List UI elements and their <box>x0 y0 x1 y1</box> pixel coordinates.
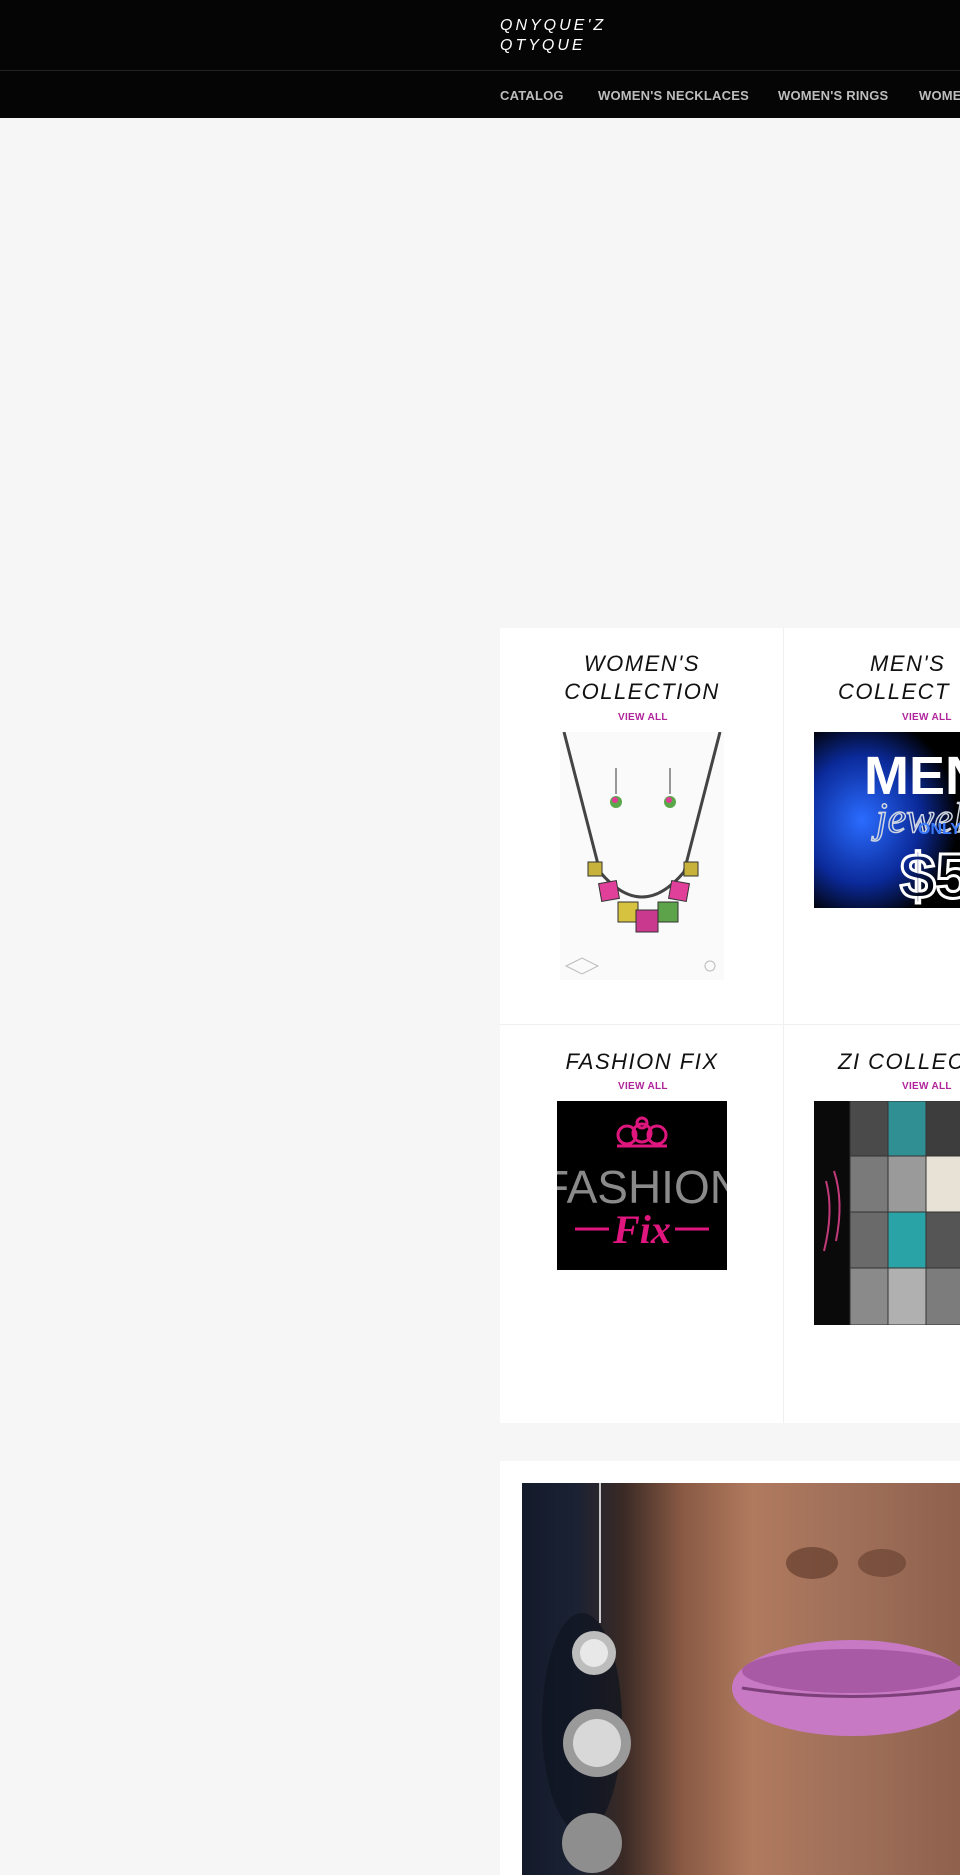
fashion-fix-logo: FASHION Fix <box>557 1101 727 1270</box>
mens-collection-title[interactable]: MEN'S COLLECT <box>838 650 960 706</box>
brand-line-1: QNYQUE'Z <box>500 17 607 34</box>
featured-photo-panel <box>500 1461 960 1875</box>
model-closeup-image <box>542 1483 960 1873</box>
nav-womens-rings[interactable]: WOMEN'S RINGS <box>778 88 888 103</box>
fashion-fix-word: FASHION <box>557 1161 727 1213</box>
fashion-fix-script: Fix <box>612 1207 671 1252</box>
zi-collection-title[interactable]: ZI COLLEC <box>838 1048 960 1076</box>
main-nav: CATALOG WOMEN'S NECKLACES WOMEN'S RINGS … <box>0 70 960 118</box>
mens-collection-image[interactable]: MENT jewel ONLY $5 <box>814 732 960 908</box>
site-header: QNYQUE'Z QTYQUE <box>0 0 960 70</box>
nav-womens-more[interactable]: WOME <box>919 88 960 103</box>
brand-line-2: QTYQUE <box>500 37 586 54</box>
mens-view-all-link[interactable]: VIEW ALL <box>902 712 952 723</box>
necklace-image <box>562 732 722 975</box>
collections-grid: WOMEN'S COLLECTION VIEW ALL MEN'S COLLEC… <box>500 628 960 1423</box>
womens-collection-title[interactable]: WOMEN'S COLLECTION <box>540 650 744 706</box>
grid-divider-vertical <box>783 628 784 1423</box>
nav-womens-necklaces[interactable]: WOMEN'S NECKLACES <box>598 88 749 103</box>
zi-view-all-link[interactable]: VIEW ALL <box>902 1081 952 1092</box>
zi-collection-image[interactable] <box>814 1101 960 1325</box>
grid-divider-horizontal <box>500 1024 960 1025</box>
nav-catalog[interactable]: CATALOG <box>500 88 564 103</box>
womens-collection-image[interactable] <box>560 732 724 980</box>
brand-logo[interactable]: QNYQUE'Z QTYQUE <box>500 16 606 56</box>
fashion-fix-image[interactable]: FASHION Fix <box>557 1101 727 1270</box>
mens-jewelry-banner: MENT jewel ONLY $5 <box>814 732 960 908</box>
fashion-fix-title[interactable]: FASHION FIX <box>540 1048 744 1076</box>
featured-model-photo[interactable] <box>522 1483 960 1875</box>
fashion-fix-view-all-link[interactable]: VIEW ALL <box>618 1081 668 1092</box>
mens-banner-only: ONLY <box>918 821 960 838</box>
mens-banner-price: $5 <box>900 840 960 908</box>
zi-collection-grid <box>814 1101 960 1325</box>
womens-view-all-link[interactable]: VIEW ALL <box>618 712 668 723</box>
